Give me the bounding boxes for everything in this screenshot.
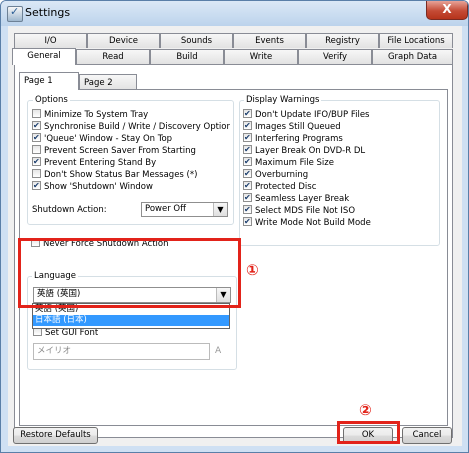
warning-overburning[interactable]: Overburning [243, 169, 308, 181]
option-queue-on-top[interactable]: 'Queue' Window - Stay On Top [32, 133, 172, 145]
warning-seamless-layer-break[interactable]: Seamless Layer Break [243, 193, 349, 205]
option-prevent-standby[interactable]: Prevent Entering Stand By [32, 157, 156, 169]
checkbox[interactable] [32, 145, 41, 154]
option-hide-status-messages[interactable]: Don't Show Status Bar Messages (*) [32, 169, 197, 181]
option-show-shutdown-window[interactable]: Show 'Shutdown' Window [32, 181, 153, 193]
chevron-down-icon[interactable]: ▼ [213, 203, 227, 216]
checkbox[interactable] [32, 169, 41, 178]
step-marker-1: ① [246, 261, 259, 279]
cancel-button[interactable]: Cancel [402, 427, 452, 444]
settings-window: Settings X I/O Device Sounds Events Regi… [0, 0, 469, 453]
warning-label: Protected Disc [255, 182, 317, 192]
warning-label: Maximum File Size [255, 158, 334, 168]
option-label: Set GUI Font [45, 328, 99, 338]
option-label: Prevent Entering Stand By [44, 158, 157, 168]
language-option-japanese[interactable]: 日本語 (日本) [33, 315, 229, 326]
checkbox[interactable] [243, 145, 252, 154]
warning-label: Select MDS File Not ISO [255, 206, 356, 216]
option-label: Show 'Shutdown' Window [44, 182, 153, 192]
warning-protected-disc[interactable]: Protected Disc [243, 181, 316, 193]
close-button[interactable]: X [426, 1, 468, 20]
tab-read[interactable]: Read [76, 49, 150, 64]
tab-io[interactable]: I/O [14, 33, 87, 48]
warning-layer-break[interactable]: Layer Break On DVD-R DL [243, 145, 365, 157]
display-warnings-group: Display Warnings Don't Update IFO/BUP Fi… [239, 95, 440, 246]
checkbox[interactable] [243, 193, 252, 202]
step-marker-2: ② [359, 401, 372, 419]
option-minimize-to-tray[interactable]: Minimize To System Tray [32, 109, 148, 121]
tab-general[interactable]: General [12, 48, 76, 65]
restore-defaults-button[interactable]: Restore Defaults [13, 427, 98, 444]
tab-events[interactable]: Events [233, 33, 306, 48]
warning-max-file-size[interactable]: Maximum File Size [243, 157, 334, 169]
option-label: Minimize To System Tray [44, 110, 149, 120]
ok-highlight-box [337, 421, 400, 444]
font-icon[interactable]: A [215, 346, 221, 356]
options-group: Options Minimize To System Tray Synchron… [27, 95, 234, 225]
options-group-title: Options [33, 95, 70, 105]
language-highlight-box [18, 238, 241, 308]
option-label: Prevent Screen Saver From Starting [44, 146, 196, 156]
title-bar: Settings X [1, 1, 468, 26]
tab-graph-data[interactable]: Graph Data [372, 49, 453, 64]
tab-page-2[interactable]: Page 2 [79, 74, 137, 90]
tab-device[interactable]: Device [87, 33, 160, 48]
warning-label: Images Still Queued [255, 122, 341, 132]
shutdown-action-label: Shutdown Action: [32, 205, 107, 215]
warning-label: Interfering Programs [255, 134, 343, 144]
checkbox[interactable] [243, 169, 252, 178]
checkbox[interactable] [243, 133, 252, 142]
warning-label: Don't Update IFO/BUP Files [255, 110, 370, 120]
warning-label: Seamless Layer Break [255, 194, 350, 204]
checkbox[interactable] [243, 181, 252, 190]
shutdown-action-value: Power Off [145, 204, 186, 214]
tab-verify[interactable]: Verify [298, 49, 372, 64]
warning-images-queued[interactable]: Images Still Queued [243, 121, 341, 133]
warning-mds-file[interactable]: Select MDS File Not ISO [243, 205, 355, 217]
warning-ifo-bup[interactable]: Don't Update IFO/BUP Files [243, 109, 369, 121]
dialog-client-area: I/O Device Sounds Events Registry File L… [8, 26, 462, 446]
app-icon [7, 5, 23, 22]
gui-font-field[interactable]: メイリオ [33, 343, 210, 360]
checkbox[interactable] [243, 121, 252, 130]
checkbox[interactable] [32, 121, 41, 130]
window-title: Settings [25, 6, 71, 19]
checkbox[interactable] [32, 181, 41, 190]
warning-label: Write Mode Not Build Mode [255, 218, 371, 228]
checkbox[interactable] [32, 109, 41, 118]
option-synchronise[interactable]: Synchronise Build / Write / Discovery Op… [32, 121, 230, 133]
shutdown-action-select[interactable]: Power Off ▼ [141, 202, 228, 217]
tab-build[interactable]: Build [150, 49, 224, 64]
option-label: Synchronise Build / Write / Discovery Op… [44, 122, 230, 132]
tab-write[interactable]: Write [224, 49, 298, 64]
tab-sounds[interactable]: Sounds [160, 33, 233, 48]
warning-write-mode[interactable]: Write Mode Not Build Mode [243, 217, 371, 229]
checkbox[interactable] [32, 133, 41, 142]
warning-label: Layer Break On DVD-R DL [255, 146, 366, 156]
tab-file-locations[interactable]: File Locations [379, 33, 453, 48]
warning-interfering-programs[interactable]: Interfering Programs [243, 133, 343, 145]
display-warnings-title: Display Warnings [244, 95, 322, 105]
option-label: Don't Show Status Bar Messages (*) [44, 170, 198, 180]
tab-registry[interactable]: Registry [306, 33, 379, 48]
warning-label: Overburning [255, 170, 309, 180]
checkbox[interactable] [243, 157, 252, 166]
checkbox[interactable] [32, 157, 41, 166]
option-prevent-screensaver[interactable]: Prevent Screen Saver From Starting [32, 145, 196, 157]
checkbox[interactable] [243, 109, 252, 118]
option-label: 'Queue' Window - Stay On Top [44, 134, 173, 144]
checkbox[interactable] [243, 217, 252, 226]
checkbox[interactable] [243, 205, 252, 214]
tab-page-1[interactable]: Page 1 [19, 72, 79, 90]
